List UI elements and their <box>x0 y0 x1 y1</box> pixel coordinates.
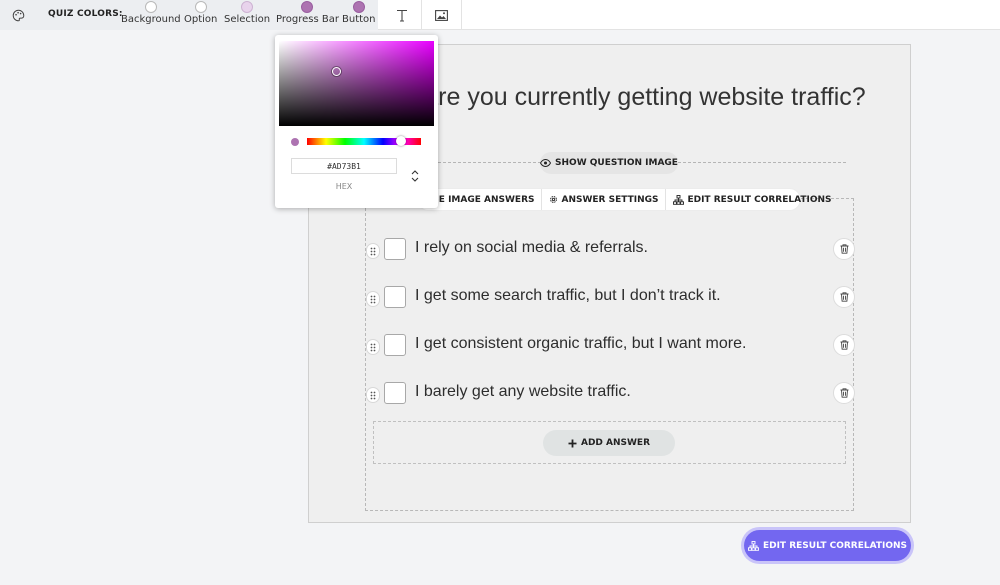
use-image-answers-label: USE IMAGE ANSWERS <box>425 194 535 205</box>
swatch-button[interactable]: Button <box>342 1 376 25</box>
swatch-background[interactable]: Background <box>121 1 181 25</box>
saturation-handle[interactable] <box>332 67 341 76</box>
swatch-option[interactable]: Option <box>184 1 217 25</box>
swatch-label: Button <box>342 14 376 25</box>
trash-icon <box>840 292 848 302</box>
swatch-circle <box>144 1 157 13</box>
trash-icon <box>840 388 848 398</box>
drag-handle-icon[interactable] <box>366 387 380 403</box>
swatch-selection[interactable]: Selection <box>224 1 270 25</box>
trash-icon <box>840 340 848 350</box>
swatch-label: Progress Bar <box>276 14 339 25</box>
saturation-area[interactable] <box>279 41 434 126</box>
answer-checkbox[interactable] <box>384 286 406 308</box>
question-title[interactable]: are you currently getting website traffi… <box>420 84 870 111</box>
answer-row: I barely get any website traffic. <box>365 382 865 408</box>
drag-handle-icon[interactable] <box>366 243 380 259</box>
add-answer-label: ADD ANSWER <box>580 438 651 448</box>
hue-slider-handle[interactable] <box>396 136 406 146</box>
hex-mode-label: HEX <box>335 182 353 191</box>
drag-handle-icon[interactable] <box>366 339 380 355</box>
up-down-arrows-icon <box>411 170 419 182</box>
edit-result-correlations-button[interactable]: EDIT RESULT CORRELATIONS <box>666 189 838 210</box>
swatch-progress-bar[interactable]: Progress Bar <box>276 1 339 25</box>
swatch-circle <box>352 1 365 13</box>
swatch-label: Selection <box>224 14 271 25</box>
answer-settings-button[interactable]: ANSWER SETTINGS <box>542 189 667 210</box>
color-preview-swatch <box>291 138 299 146</box>
plus-icon <box>568 439 577 447</box>
answer-checkbox[interactable] <box>384 334 406 356</box>
add-answer-button[interactable]: ADD ANSWER <box>543 430 675 456</box>
delete-answer-button[interactable] <box>833 238 855 260</box>
palette-button[interactable] <box>0 0 36 30</box>
swatch-circle <box>241 1 254 13</box>
delete-answer-button[interactable] <box>833 286 855 308</box>
delete-answer-button[interactable] <box>833 382 855 404</box>
swatch-circle <box>301 1 314 13</box>
show-question-image-label: SHOW QUESTION IMAGE <box>555 158 678 168</box>
text-tool-button[interactable] <box>382 0 422 30</box>
sitemap-icon <box>748 540 759 551</box>
image-tool-button[interactable] <box>422 0 462 30</box>
show-question-image-button[interactable]: SHOW QUESTION IMAGE <box>540 152 678 174</box>
gear-icon <box>550 196 558 203</box>
swatch-label: Background <box>121 14 181 25</box>
swatch-label: Option <box>184 14 218 25</box>
eye-icon <box>540 159 552 167</box>
cta-label: EDIT RESULT CORRELATIONS <box>762 540 908 551</box>
answer-text[interactable]: I get consistent organic traffic, but I … <box>415 335 746 353</box>
text-icon <box>396 9 407 22</box>
answer-checkbox[interactable] <box>384 382 406 404</box>
trash-icon <box>840 244 848 254</box>
sitemap-icon <box>673 194 685 205</box>
answer-settings-label: ANSWER SETTINGS <box>561 194 659 205</box>
delete-answer-button[interactable] <box>833 334 855 356</box>
answer-tools-bar: USE IMAGE ANSWERS ANSWER SETTINGS EDIT R… <box>418 189 832 210</box>
drag-handle-icon[interactable] <box>366 291 380 307</box>
answer-text[interactable]: I rely on social media & referrals. <box>415 239 648 257</box>
palette-icon <box>12 9 24 21</box>
answer-row: I get some search traffic, but I don’t t… <box>365 286 865 312</box>
hex-input[interactable] <box>291 158 397 174</box>
answer-checkbox[interactable] <box>384 238 406 260</box>
answer-row: I rely on social media & referrals. <box>365 238 865 264</box>
edit-result-correlations-cta[interactable]: EDIT RESULT CORRELATIONS <box>744 530 911 561</box>
answer-text[interactable]: I barely get any website traffic. <box>415 383 631 401</box>
quiz-colors-label: QUIZ COLORS: <box>48 9 123 19</box>
answer-text[interactable]: I get some search traffic, but I don’t t… <box>415 287 721 305</box>
swatch-circle <box>194 1 207 13</box>
image-icon <box>435 9 448 21</box>
answer-row: I get consistent organic traffic, but I … <box>365 334 865 360</box>
color-picker-popover: HEX <box>275 35 438 208</box>
edit-result-correlations-label: EDIT RESULT CORRELATIONS <box>687 194 832 205</box>
color-mode-toggle[interactable] <box>409 167 421 185</box>
top-toolbar: QUIZ COLORS: Background Option Selection… <box>0 0 1000 30</box>
